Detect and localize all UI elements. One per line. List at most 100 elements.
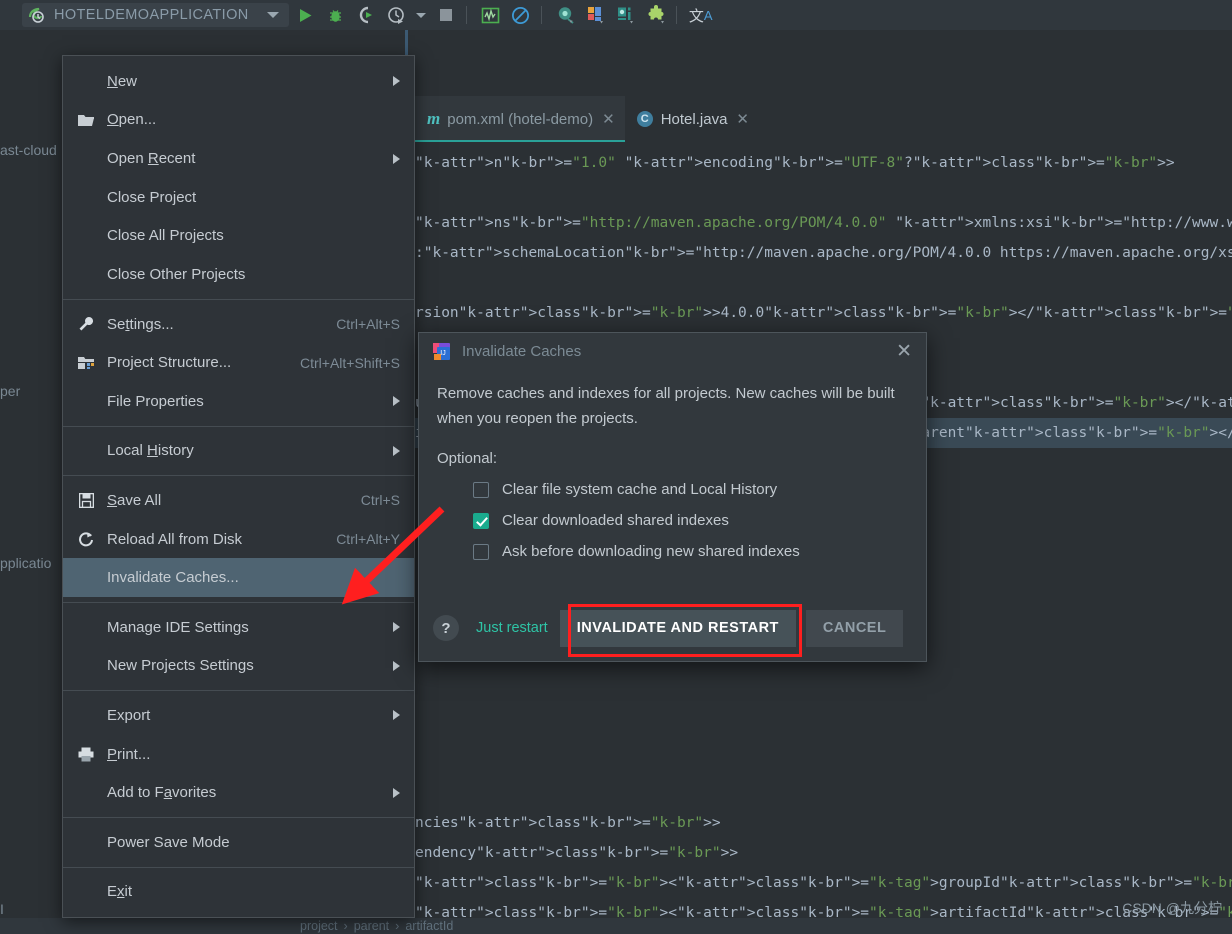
menu-item-settings[interactable]: Settings...Ctrl+Alt+S [63,305,414,344]
run-with-coverage-icon[interactable] [353,2,379,28]
database-icon[interactable] [583,2,609,28]
activity-monitor-icon[interactable] [478,2,504,28]
wrench-icon [75,316,97,332]
code-line: "k-attr">class"k-br">="k-br"><"k-attr">c… [415,898,1232,918]
dialog-footer: ? Just restart INVALIDATE AND RESTART CA… [419,595,928,661]
menu-item-close-all-projects[interactable]: Close All Projects [63,217,414,256]
menu-item-new-projects-settings[interactable]: New Projects Settings [63,647,414,686]
code-line [415,268,1232,298]
menu-item-label: Export [107,707,383,724]
code-line: "k-attr">n"k-br">="1.0" "k-attr">encodin… [415,148,1232,178]
breadcrumb-item[interactable]: project [300,919,338,933]
menu-item-manage-ide-settings[interactable]: Manage IDE Settings [63,608,414,647]
toolbar-separator [676,6,677,24]
submenu-arrow-icon [393,154,400,164]
checkbox-row-clear-fs-cache[interactable]: Clear file system cache and Local Histor… [473,481,908,498]
project-tree-item[interactable]: ast-cloud [0,142,57,158]
just-restart-link[interactable]: Just restart [476,620,548,636]
profiler-icon[interactable] [383,2,409,28]
close-icon[interactable]: ✕ [602,110,615,128]
help-icon[interactable]: ? [433,615,459,641]
menu-item-invalidate-caches[interactable]: Invalidate Caches... [63,558,414,597]
profiler-dropdown-icon[interactable] [413,2,429,28]
menu-item-shortcut: Ctrl+S [361,492,400,508]
breadcrumb[interactable]: project›parent›artifactId [300,919,453,933]
menu-item-label: Manage IDE Settings [107,619,383,636]
project-tree-item[interactable]: per [0,383,20,399]
stop-icon[interactable] [433,2,459,28]
checkbox-row-ask-before-download[interactable]: Ask before downloading new shared indexe… [473,543,908,560]
code-line [415,688,1232,718]
plugins-icon[interactable] [643,2,669,28]
code-line: "k-attr">class"k-br">="k-br"><"k-attr">c… [415,868,1232,898]
svg-text:IJ: IJ [440,350,445,357]
project-tree-item[interactable]: pplicatio [0,555,51,571]
toolbar-separator [541,6,542,24]
menu-item-open-recent[interactable]: Open Recent [63,139,414,178]
menu-item-close-project[interactable]: Close Project [63,178,414,217]
menu-item-exit[interactable]: Exit [63,872,414,911]
menu-item-label: Reload All from Disk [107,531,322,548]
invalidate-and-restart-button[interactable]: INVALIDATE AND RESTART [560,610,796,647]
run-icon[interactable] [293,2,319,28]
print-icon [75,747,97,762]
diagram-icon[interactable] [613,2,639,28]
breadcrumb-item[interactable]: artifactId [405,919,453,933]
dialog-title-bar: IJ Invalidate Caches ✕ [419,333,926,369]
checkbox-clear-fs-cache[interactable] [473,482,489,498]
checkbox-row-clear-shared-indexes[interactable]: Clear downloaded shared indexes [473,512,908,529]
cancel-button[interactable]: CANCEL [806,610,903,647]
menu-item-print[interactable]: Print... [63,735,414,774]
menu-item-file-properties[interactable]: File Properties [63,382,414,421]
menu-item-reload-all-from-disk[interactable]: Reload All from DiskCtrl+Alt+Y [63,520,414,559]
menu-item-close-other-projects[interactable]: Close Other Projects [63,255,414,294]
tab-label: pom.xml (hotel-demo) [447,111,593,128]
run-configuration-selector[interactable]: HOTELDEMOAPPLICATION [22,3,289,27]
close-icon[interactable]: ✕ [736,110,749,128]
intellij-idea-window: ast-cloud per pplicatio I m pom.xml (hotel-… [0,0,1232,934]
chevron-down-icon[interactable] [267,12,279,18]
status-bar: project›parent›artifactId [0,918,1232,934]
main-toolbar: HOTELDEMOAPPLICATION [0,0,1232,30]
menu-separator [63,817,414,818]
dialog-message: Remove caches and indexes for all projec… [437,381,908,431]
menu-separator [63,690,414,691]
close-icon[interactable]: ✕ [892,340,916,363]
checkbox-ask-before-download[interactable] [473,544,489,560]
checkbox-label: Clear file system cache and Local Histor… [502,481,777,498]
breadcrumb-item[interactable]: parent [354,919,389,933]
menu-item-open[interactable]: Open... [63,101,414,140]
intellij-idea-icon: IJ [432,342,451,361]
menu-item-export[interactable]: Export [63,696,414,735]
menu-item-label: Close Project [107,189,400,206]
folder-open-icon [75,113,97,127]
no-entry-icon[interactable] [508,2,534,28]
menu-item-project-structure[interactable]: Project Structure...Ctrl+Alt+Shift+S [63,343,414,382]
code-line [415,748,1232,778]
menu-item-label: Project Structure... [107,354,286,371]
tab-label: Hotel.java [661,111,728,128]
menu-item-label: Close Other Projects [107,266,400,283]
tab-hotel-java[interactable]: C Hotel.java ✕ [625,96,759,142]
menu-item-add-to-favorites[interactable]: Add to Favorites [63,773,414,812]
file-menu[interactable]: NewOpen...Open Recent Close Project Close … [62,55,415,918]
project-tree-item[interactable]: I [0,901,4,917]
menu-item-save-all[interactable]: Save AllCtrl+S [63,481,414,520]
menu-item-label: Print... [107,746,400,763]
breadcrumb-separator: › [395,919,399,933]
checkbox-clear-shared-indexes[interactable] [473,513,489,529]
optional-label: Optional: [437,450,908,467]
tab-pom-xml[interactable]: m pom.xml (hotel-demo) ✕ [415,96,625,142]
menu-item-power-save-mode[interactable]: Power Save Mode [63,823,414,862]
menu-item-local-history[interactable]: Local History [63,432,414,471]
menu-item-label: New Projects Settings [107,657,383,674]
save-icon [75,493,97,508]
translate-icon[interactable]: 文A [688,2,714,28]
checkbox-label: Ask before downloading new shared indexe… [502,543,800,560]
search-everywhere-icon[interactable] [553,2,579,28]
debug-icon[interactable] [323,2,349,28]
menu-item-new[interactable]: New [63,62,414,101]
menu-item-shortcut: Ctrl+Alt+S [336,316,400,332]
editor-tabs: m pom.xml (hotel-demo) ✕ C Hotel.java ✕ [415,96,759,142]
menu-separator [63,299,414,300]
